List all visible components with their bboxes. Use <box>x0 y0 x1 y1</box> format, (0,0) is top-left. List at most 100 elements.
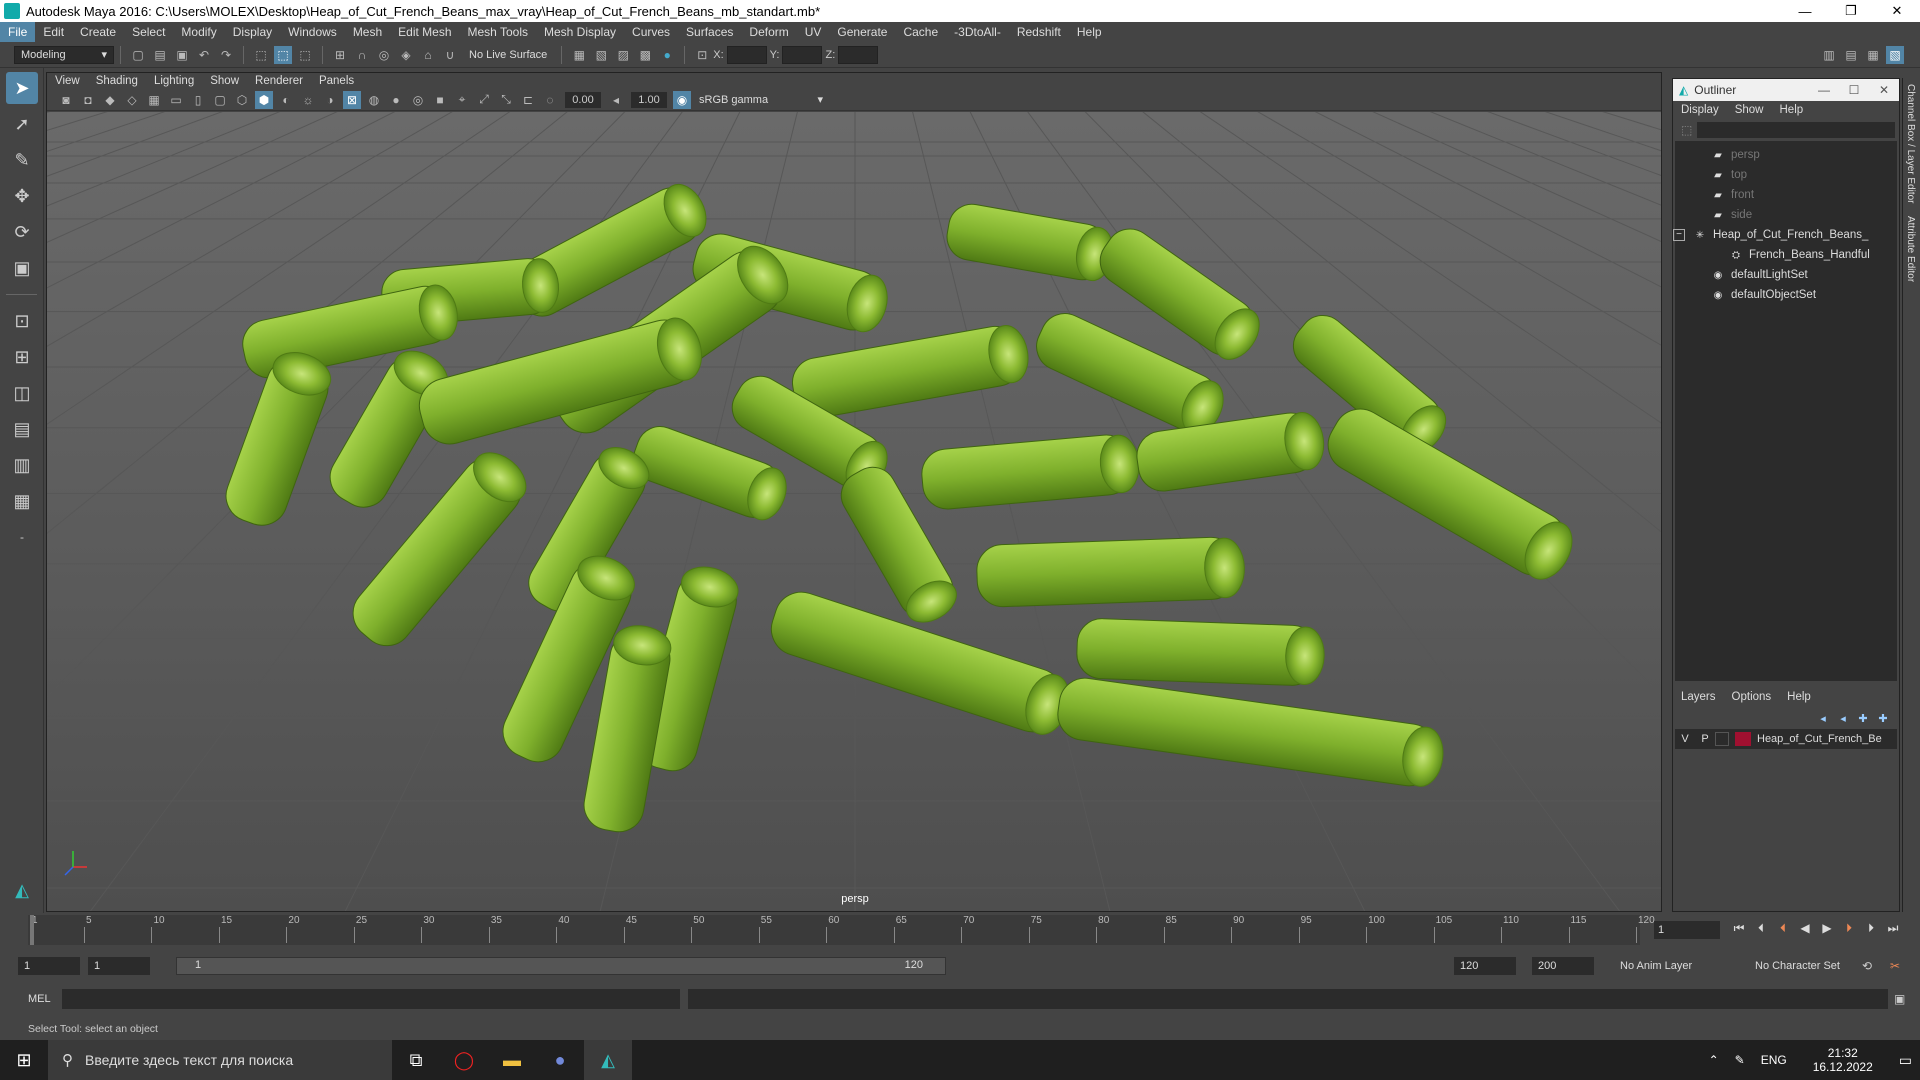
hypershade-layout-icon[interactable]: ▦ <box>6 485 38 517</box>
render-frame-icon[interactable]: ▨ <box>614 46 632 64</box>
menu-curves[interactable]: Curves <box>624 22 678 42</box>
step-forward-key-icon[interactable]: ⏵ <box>1838 921 1860 936</box>
frame-all-icon[interactable]: ⤢ <box>475 91 493 109</box>
z-field[interactable] <box>838 45 879 64</box>
layer-menu-options[interactable]: Options <box>1724 691 1780 703</box>
character-set-dropdown[interactable]: No Character Set <box>1755 960 1840 972</box>
new-layer-icon[interactable]: ✚ <box>1853 712 1873 725</box>
lasso-tool-icon[interactable]: ➚ <box>6 108 38 140</box>
time-ruler[interactable]: 1 5 10 15 20 25 30 35 40 45 50 55 60 65 70 75 80 85 90 95 10… <box>28 915 1655 945</box>
new-scene-icon[interactable]: ▢ <box>129 46 147 64</box>
panel-menu-panels[interactable]: Panels <box>311 75 362 87</box>
current-frame-field[interactable]: 1 <box>1654 921 1720 939</box>
side-by-side-layout-icon[interactable]: ◫ <box>6 377 38 409</box>
current-time-marker[interactable] <box>30 915 34 945</box>
start-time-field[interactable]: 1 <box>18 957 80 975</box>
snap-curve-icon[interactable]: ∩ <box>353 46 371 64</box>
camera-select-icon[interactable]: ◙ <box>57 91 75 109</box>
file-explorer-icon[interactable]: ▬ <box>488 1040 536 1080</box>
menu-surfaces[interactable]: Surfaces <box>678 22 741 42</box>
modeling-toolkit-icon[interactable]: ▥ <box>1820 46 1838 64</box>
menu-deform[interactable]: Deform <box>741 22 796 42</box>
task-view-icon[interactable]: ⧉ <box>392 1040 440 1080</box>
minimize-icon[interactable]: — <box>1782 0 1828 22</box>
script-editor-icon[interactable]: ▣ <box>1894 992 1905 1006</box>
attribute-editor-icon[interactable]: ▤ <box>1842 46 1860 64</box>
menu-modify[interactable]: Modify <box>173 22 224 42</box>
shadows-icon[interactable]: ◑ <box>321 91 339 109</box>
menu-edit[interactable]: Edit <box>35 22 72 42</box>
outliner-node[interactable]: ▰ front <box>1675 185 1897 205</box>
menu-generate[interactable]: Generate <box>829 22 895 42</box>
filter-icon[interactable]: ⬚ <box>1681 123 1692 137</box>
motion-blur-icon[interactable]: ◎ <box>409 91 427 109</box>
menu-help[interactable]: Help <box>1069 22 1110 42</box>
transform-mode-icon[interactable]: ⊡ <box>693 46 711 64</box>
paint-select-icon[interactable]: ✎ <box>6 144 38 176</box>
outliner-node[interactable]: ▰ persp <box>1675 145 1897 165</box>
menu-edit-mesh[interactable]: Edit Mesh <box>390 22 459 42</box>
playback-end-field[interactable]: 120 <box>1454 957 1516 975</box>
outliner-node[interactable]: ◉ defaultLightSet <box>1675 265 1897 285</box>
crop-icon[interactable]: ⊏ <box>519 91 537 109</box>
move-tool-icon[interactable]: ✥ <box>6 180 38 212</box>
magnet-icon[interactable]: ∪ <box>441 46 459 64</box>
maximize-icon[interactable]: ☐ <box>1839 79 1869 101</box>
single-pane-layout-icon[interactable]: ⊡ <box>6 305 38 337</box>
select-hierarchy-icon[interactable]: ⬚ <box>252 46 270 64</box>
ipr-render-icon[interactable]: ▩ <box>636 46 654 64</box>
outliner-search-input[interactable] <box>1697 122 1895 138</box>
outliner-node[interactable]: ⛭ French_Beans_Handful <box>1675 245 1897 265</box>
outliner-menu-help[interactable]: Help <box>1772 104 1812 116</box>
close-icon[interactable]: ✕ <box>1874 0 1920 22</box>
pen-icon[interactable]: ✎ <box>1727 1053 1753 1067</box>
channel-box-icon[interactable]: ▧ <box>1886 46 1904 64</box>
command-language-label[interactable]: MEL <box>28 993 51 1005</box>
redo-icon[interactable]: ↷ <box>217 46 235 64</box>
panel-menu-shading[interactable]: Shading <box>88 75 146 87</box>
live-surface-label[interactable]: No Live Surface <box>469 49 547 61</box>
outliner-menu-show[interactable]: Show <box>1727 104 1772 116</box>
grid-toggle-icon[interactable]: ▦ <box>145 91 163 109</box>
command-input[interactable] <box>62 989 680 1009</box>
panel-menu-view[interactable]: View <box>47 75 88 87</box>
snap-view-icon[interactable]: ◈ <box>397 46 415 64</box>
step-forward-frame-icon[interactable]: ⏵ <box>1860 921 1882 936</box>
opera-icon[interactable]: ◯ <box>440 1040 488 1080</box>
menu-3dtoall[interactable]: -3DtoAll- <box>946 22 1009 42</box>
maya-taskbar-icon[interactable]: ◭ <box>584 1040 632 1080</box>
select-component-icon[interactable]: ⬚ <box>296 46 314 64</box>
range-slider[interactable]: 1 120 <box>176 957 946 975</box>
film-gate-icon[interactable]: ▭ <box>167 91 185 109</box>
menu-cache[interactable]: Cache <box>895 22 946 42</box>
view-transform-dropdown[interactable]: sRGB gamma ▾ <box>693 90 829 109</box>
color-management-icon[interactable]: ◉ <box>673 90 691 109</box>
exposure-icon[interactable]: ◌ <box>541 91 559 109</box>
safe-action-icon[interactable]: ▢ <box>211 91 229 109</box>
new-layer-selected-icon[interactable]: ✚ <box>1873 712 1893 725</box>
outliner-menu-display[interactable]: Display <box>1673 104 1727 116</box>
menu-mesh-tools[interactable]: Mesh Tools <box>460 22 536 42</box>
image-plane-icon[interactable]: ◇ <box>123 91 141 109</box>
go-to-start-icon[interactable]: ⏮ <box>1728 921 1750 936</box>
save-scene-icon[interactable]: ▣ <box>173 46 191 64</box>
playback-start-field[interactable]: 1 <box>88 957 150 975</box>
menu-mesh[interactable]: Mesh <box>345 22 390 42</box>
menu-file[interactable]: File <box>0 22 36 42</box>
snap-surface-icon[interactable]: ⌂ <box>419 46 437 64</box>
frame-selection-icon[interactable]: ⤡ <box>497 91 515 109</box>
exposure-field[interactable]: 0.00 <box>565 91 601 108</box>
language-indicator[interactable]: ENG <box>1753 1053 1795 1067</box>
anim-layer-dropdown[interactable]: No Anim Layer <box>1620 960 1692 972</box>
layer-playback-toggle[interactable]: P <box>1695 733 1715 745</box>
restore-icon[interactable]: ❐ <box>1828 0 1874 22</box>
move-layer-down-icon[interactable]: ◂ <box>1833 712 1853 725</box>
end-time-field[interactable]: 200 <box>1532 957 1594 975</box>
more-layouts-icon[interactable]: - <box>6 521 38 553</box>
gamma-icon[interactable]: ◂ <box>607 91 625 109</box>
notifications-icon[interactable]: ▭ <box>1891 1052 1920 1069</box>
outliner-tree[interactable]: ▰ persp ▰ top ▰ front ▰ side − ✳ Heap_of_Cut_Frenc… <box>1673 141 1897 681</box>
tool-settings-icon[interactable]: ▦ <box>1864 46 1882 64</box>
isolate-select-icon[interactable]: ◍ <box>365 91 383 109</box>
smooth-shade-icon[interactable]: ⬢ <box>255 90 273 109</box>
